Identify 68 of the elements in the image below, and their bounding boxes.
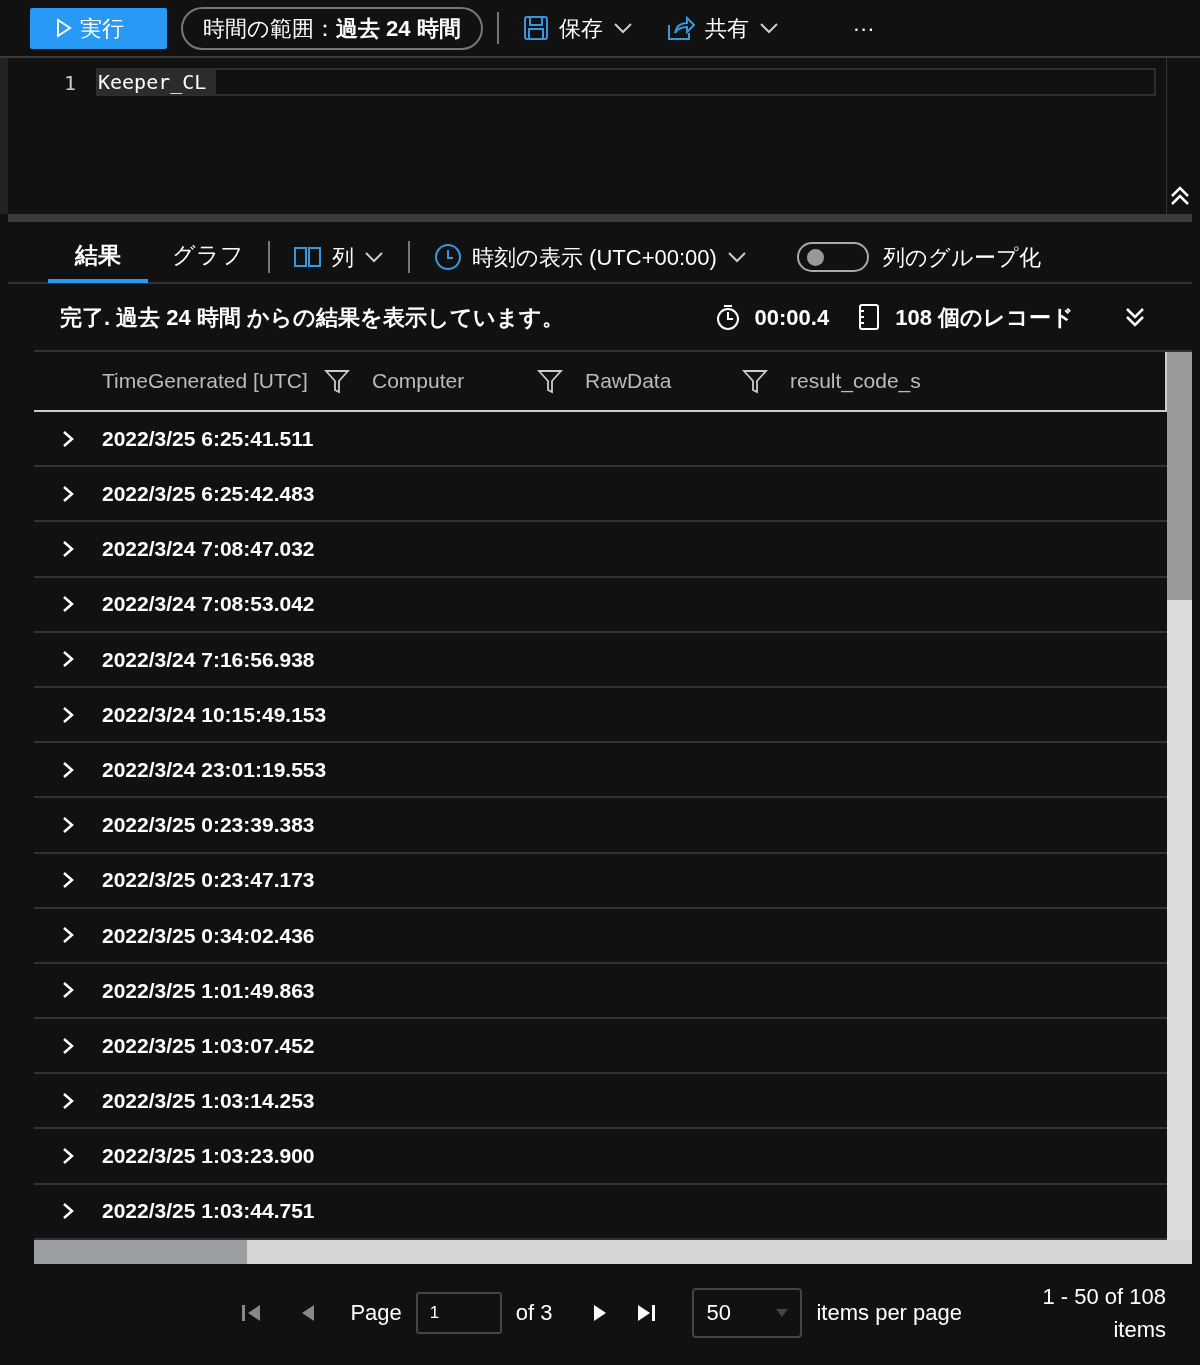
status-message: 完了. 過去 24 時間 からの結果を表示しています。 [60,303,566,332]
toggle-switch[interactable] [796,242,869,272]
page-input[interactable]: 1 [415,1291,502,1334]
dropdown-arrow-icon [776,1308,789,1317]
more-button[interactable]: ··· [842,11,885,45]
results-tab[interactable]: 結果 [48,231,148,283]
column-header[interactable]: RawData [585,365,672,397]
chevron-right-icon [61,650,75,669]
chevron-right-icon [61,760,75,779]
stopwatch-icon [714,303,741,331]
column-header[interactable]: result_code_s [790,365,921,397]
items-range: 1 - 50 of 108 items [1041,1282,1166,1344]
horizontal-scrollbar[interactable] [34,1239,1192,1264]
record-book-icon [857,303,882,331]
table-cell-text: 2022/3/24 10:15:49.153 [102,701,327,728]
chevron-right-icon [61,429,75,448]
columns-icon [294,246,322,268]
vertical-scrollbar[interactable] [1167,352,1192,1240]
table-cell-text: 2022/3/25 1:03:07.452 [102,1032,315,1059]
chevron-right-icon [61,1202,75,1221]
table-cell-text: 2022/3/25 0:23:47.173 [102,867,315,894]
column-header[interactable]: Computer [372,365,465,397]
share-icon [666,15,695,41]
table-cell-text: 2022/3/25 1:03:14.253 [102,1088,315,1115]
chevron-right-icon [61,539,75,558]
query-text[interactable]: Keeper_CL [98,69,217,95]
table-cell-text: 2022/3/24 7:08:53.042 [102,591,315,618]
chevron-right-icon [61,1147,75,1166]
table-cell-text: 2022/3/25 0:23:39.383 [102,812,315,839]
column-header[interactable]: TimeGenerated [UTC] [102,365,308,397]
chevron-right-icon [61,705,75,724]
table-cell-text: 2022/3/25 6:25:42.483 [102,481,315,508]
chevron-right-icon [61,484,75,503]
chevron-right-icon [61,926,75,945]
items-per-page-label: items per page [816,1299,962,1328]
page-count: of 3 [515,1299,553,1328]
time-range-button[interactable]: 時間の範囲：過去 24 時間 [181,6,483,50]
filter-icon [742,368,768,394]
chevron-right-icon [61,1091,75,1110]
columns-button[interactable]: 列 [284,240,394,274]
table-cell-text: 2022/3/25 1:03:23.900 [102,1143,315,1170]
share-button[interactable]: 共有 [656,11,789,45]
query-duration: 00:00.4 [754,303,830,332]
double-chevron-down-icon [1124,306,1146,328]
filter-icon [324,368,350,394]
toggle-label: 列のグループ化 [882,243,1041,272]
filter-icon [537,368,563,394]
table-cell-text: 2022/3/25 1:01:49.863 [102,977,315,1004]
clock-icon [434,243,462,271]
table-cell-text: 2022/3/24 23:01:19.553 [102,756,327,783]
page-label: Page [350,1299,402,1328]
time-display-button[interactable]: 時刻の表示 (UTC+00:00) [424,240,757,274]
chevron-right-icon [61,871,75,890]
table-cell-text: 2022/3/25 1:03:44.751 [102,1198,315,1225]
table-cell-text: 2022/3/24 7:16:56.938 [102,646,315,673]
page-size-select[interactable]: 50 [706,1296,731,1330]
table-cell-text: 2022/3/25 0:34:02.436 [102,922,315,949]
results-tab[interactable]: グラフ [158,231,258,283]
chevron-right-icon [61,595,75,614]
save-button[interactable]: 保存 [512,11,643,45]
chevron-right-icon [61,1036,75,1055]
table-cell-text: 2022/3/24 7:08:47.032 [102,536,315,563]
line-number: 1 [62,70,77,97]
play-icon [56,18,72,38]
table-cell-text: 2022/3/25 6:25:41.511 [102,425,314,452]
chevron-right-icon [61,815,75,834]
record-count: 108 個のレコード [895,303,1074,332]
chevron-right-icon [61,981,75,1000]
